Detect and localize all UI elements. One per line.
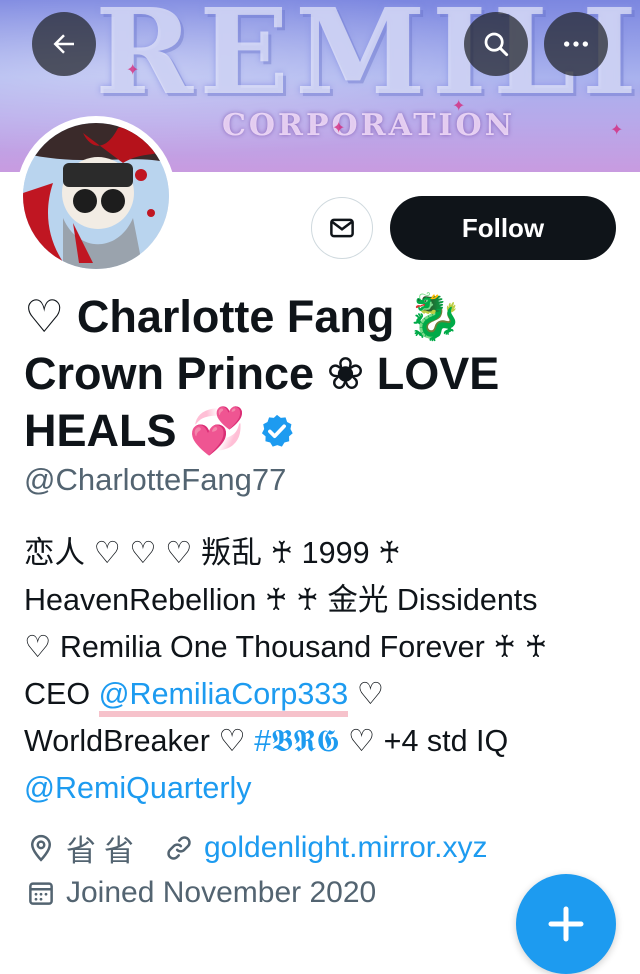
star-decoration: ✦: [452, 98, 466, 115]
website-link[interactable]: goldenlight.mirror.xyz: [204, 831, 487, 865]
verified-badge-icon[interactable]: [258, 406, 296, 463]
display-name: ♡ Charlotte Fang 🐉 Crown Prince ❀ LOVE H…: [24, 288, 624, 463]
bio-line: 恋人 ♡ ♡ ♡ 叛乱 ♰ 1999 ♰: [24, 536, 401, 570]
bio-text: CEO: [24, 677, 99, 711]
search-button[interactable]: [464, 12, 528, 76]
back-button[interactable]: [32, 12, 96, 76]
bio-text: ♡ +4 std IQ: [339, 724, 509, 758]
bio-line: HeavenRebellion ♰ ♰ 金光 Dissidents: [24, 583, 538, 617]
user-handle: @CharlotteFang77: [24, 462, 287, 497]
bio-text: WorldBreaker ♡: [24, 724, 255, 758]
plus-icon: [548, 906, 584, 942]
calendar-icon: [24, 876, 58, 910]
more-button[interactable]: [544, 12, 608, 76]
display-name-line: Crown Prince ❀ LOVE: [24, 348, 500, 399]
bio: 恋人 ♡ ♡ ♡ 叛乱 ♰ 1999 ♰ HeavenRebellion ♰ ♰…: [24, 530, 624, 812]
star-decoration: ✦: [126, 62, 140, 79]
link-icon: [162, 831, 196, 865]
location-text: 省省: [66, 835, 142, 868]
star-decoration: ✦: [332, 120, 346, 137]
hashtag-link[interactable]: #𝕭𝕽𝕲: [254, 724, 339, 758]
star-decoration: ✦: [610, 122, 624, 139]
avatar-image: [23, 123, 169, 269]
compose-post-button[interactable]: [516, 874, 616, 974]
search-icon: [484, 32, 509, 57]
message-button[interactable]: [311, 197, 373, 259]
profile-meta-row: 省省 goldenlight.mirror.xyz: [24, 826, 487, 870]
avatar[interactable]: [16, 116, 176, 276]
display-name-line: ♡ Charlotte Fang 🐉: [24, 291, 463, 342]
display-name-text: HEALS 💞: [24, 405, 246, 456]
arrow-left-icon: [53, 34, 74, 54]
bio-line: @RemiQuarterly: [24, 765, 624, 812]
bio-text: ♡: [348, 677, 385, 711]
mention-link[interactable]: @RemiQuarterly: [24, 771, 252, 805]
display-name-line: HEALS 💞: [24, 402, 624, 463]
joined-date: Joined November 2020: [66, 876, 377, 909]
follow-button[interactable]: Follow: [390, 196, 616, 260]
ellipsis-icon: [564, 41, 588, 47]
bio-line: ♡ Remilia One Thousand Forever ♰ ♰: [24, 630, 548, 664]
profile-meta-row: Joined November 2020: [24, 876, 376, 910]
mention-link[interactable]: @RemiliaCorp333: [98, 677, 349, 717]
banner-subtitle: CORPORATION: [222, 108, 516, 143]
bio-line: CEO @RemiliaCorp333 ♡: [24, 671, 624, 718]
location-pin-icon: [24, 831, 58, 865]
envelope-icon: [330, 218, 354, 238]
bio-line: WorldBreaker ♡ #𝕭𝕽𝕲 ♡ +4 std IQ: [24, 718, 624, 765]
